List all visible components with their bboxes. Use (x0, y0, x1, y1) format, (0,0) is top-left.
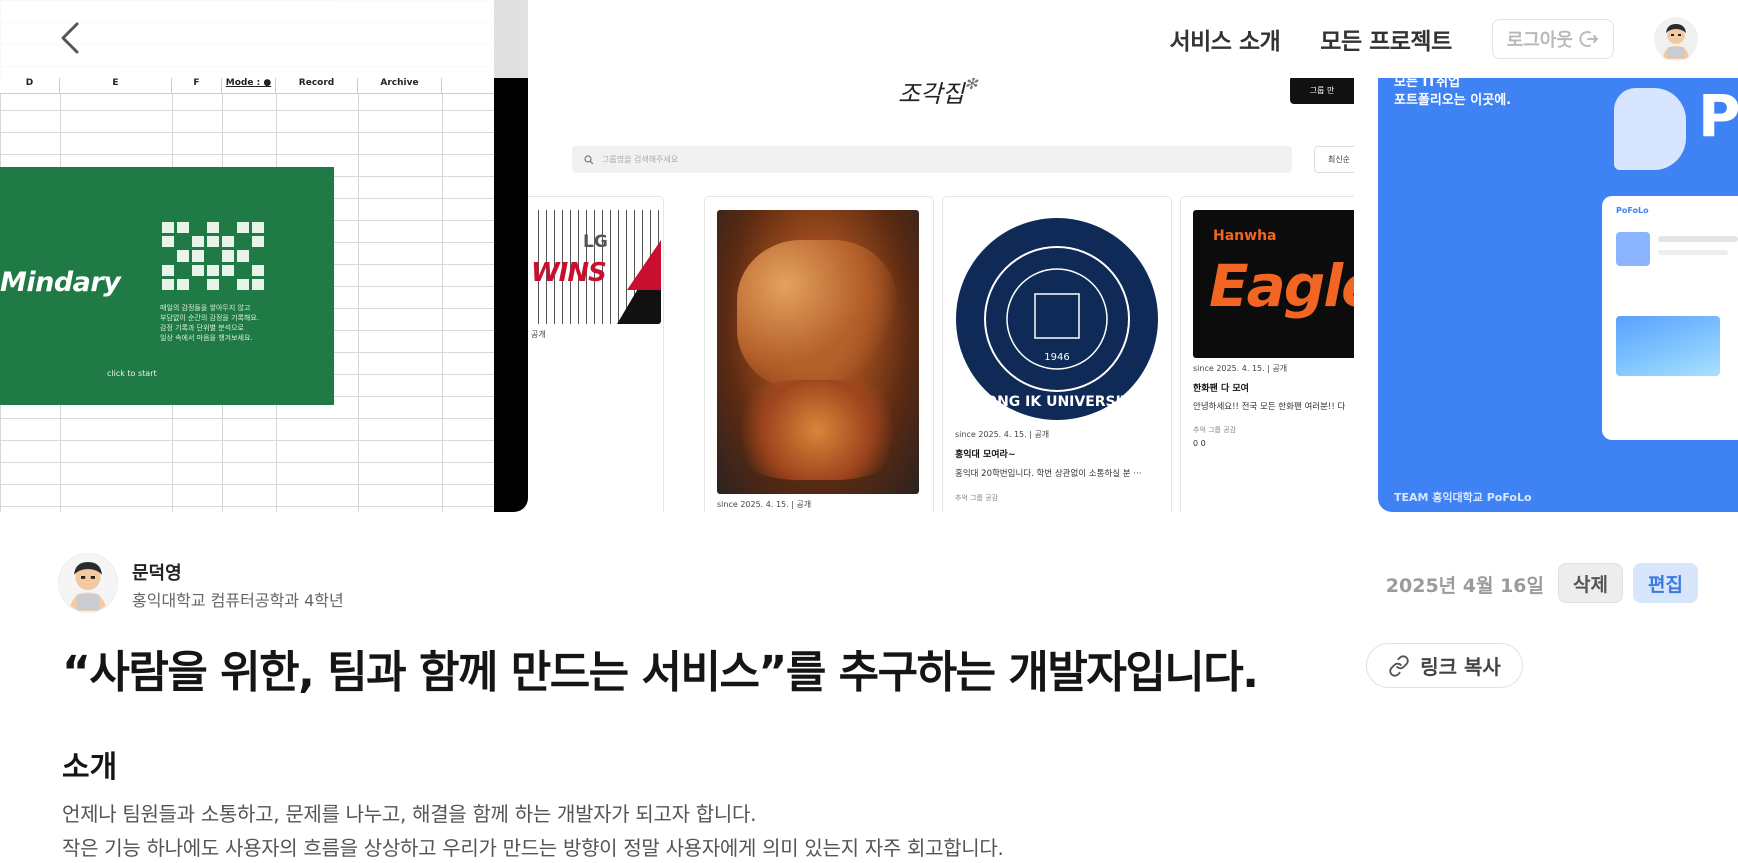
link-icon (1389, 654, 1409, 677)
intro-heading: 소개 (62, 750, 118, 785)
nav-link-service[interactable]: 서비스 소개 (1169, 22, 1280, 56)
illustration-icon (1616, 316, 1720, 376)
search-placeholder: 그룹명을 검색해주세요 (602, 155, 679, 164)
svg-text:1946: 1946 (1044, 352, 1069, 363)
mindary-pixel-logo-icon (162, 222, 264, 290)
mindary-brand: Mindary (0, 267, 121, 298)
group-card: WINS LG 공개 (528, 196, 664, 512)
sort-button: 최신순 (1314, 146, 1354, 173)
author-affiliation: 홍익대학교 컴퓨터공학과 4학년 (132, 591, 344, 610)
developer-avatar-icon (1663, 24, 1689, 59)
column-header: F (172, 78, 222, 93)
card-stats: 추억 그룹 공감 (955, 494, 999, 502)
pofolo-preview-card: PoFoLo (1602, 196, 1738, 440)
logout-label: 로그아웃 (1506, 30, 1573, 51)
group-card: Hanwha Eagle since 2025. 4. 15. | 공개 한화팬… (1180, 196, 1354, 512)
top-navigation-bar: 서비스 소개 모든 프로젝트 로그아웃 (0, 0, 1738, 78)
author-avatar[interactable] (58, 553, 118, 613)
column-header: D (0, 78, 60, 93)
nav-link-all-projects[interactable]: 모든 프로젝트 (1320, 22, 1452, 56)
mindary-splash-card: Mindary 매일의 감정들을 쌓아두지 않고 부담없이 순간의 감정을 기록… (0, 167, 334, 405)
search-icon (584, 154, 594, 164)
developer-avatar-icon (69, 562, 107, 611)
spreadsheet-column-headers: D E F Mode : ● Record Archive (0, 78, 494, 94)
card-title: 홍익대 모여라~ (955, 450, 1016, 460)
card-description: 안녕하세요!! 전국 모든 한화팬 여러분!! 다 (1193, 402, 1346, 412)
lg-twins-thumbnail: WINS LG (531, 210, 661, 324)
pofolo-letter: P (1698, 82, 1738, 150)
pofolo-logo-icon (1614, 88, 1686, 170)
logout-icon (1579, 31, 1598, 47)
card-meta: since 2025. 4. 15. | 공개 (1193, 364, 1288, 373)
university-seal-icon: 1946 HONG IK UNIVERSITY (956, 218, 1158, 420)
card-stats-values: 0 0 (1193, 439, 1206, 448)
card-meta: since 2025. 4. 15. | 공개 (717, 500, 812, 509)
card-description: 홍익대 20학번입니다. 학번 상관없이 소통하실 분 ··· (955, 469, 1142, 479)
svg-text:HONG IK UNIVERSITY: HONG IK UNIVERSITY (973, 394, 1141, 410)
group-card: 1946 HONG IK UNIVERSITY since 2025. 4. 1… (942, 196, 1172, 512)
click-to-start-label: click to start (107, 369, 157, 378)
author-name: 문덕영 (132, 563, 182, 584)
group-search-bar: 그룹명을 검색해주세요 (572, 146, 1292, 173)
post-title: “사람을 위한, 팀과 함께 만드는 서비스”를 추구하는 개발자입니다. (62, 647, 1259, 698)
copy-link-label: 링크 복사 (1420, 655, 1501, 679)
column-header: Record (276, 78, 358, 93)
column-header: Mode : ● (222, 78, 276, 93)
card-stats-labels: 추억 그룹 공감 (1193, 426, 1237, 434)
user-avatar-button[interactable] (1654, 17, 1698, 61)
card-title: 한화팬 다 모여 (1193, 384, 1249, 394)
column-header: Archive (358, 78, 442, 93)
pofolo-headline: 모든 IT취업 포트폴리오는 이곳에. (1394, 75, 1512, 108)
column-header: E (60, 78, 172, 93)
mindary-description: 매일의 감정들을 쌓아두지 않고 부담없이 순간의 감정을 기록해요. 감정 기… (160, 304, 260, 342)
post-date: 2025년 4월 16일 (1385, 575, 1544, 597)
card-meta: 공개 (531, 330, 546, 339)
delete-button[interactable]: 삭제 (1558, 563, 1623, 603)
hongik-emblem-thumbnail: 1946 HONG IK UNIVERSITY (955, 210, 1159, 428)
back-button[interactable] (52, 20, 88, 56)
pofolo-team-label: TEAM 홍익대학교 PoFoLo (1394, 491, 1532, 504)
header-nav: 서비스 소개 모든 프로젝트 로그아웃 (1169, 0, 1738, 78)
group-card: since 2025. 4. 15. | 공개 (704, 196, 934, 512)
intro-paragraph-line: 언제나 팀원들과 소통하고, 문제를 나누고, 해결을 함께 하는 개발자가 되… (62, 802, 757, 826)
jogakjip-logo: 조각집✻ (898, 74, 978, 108)
copy-link-button[interactable]: 링크 복사 (1366, 643, 1523, 688)
card-meta: since 2025. 4. 15. | 공개 (955, 430, 1050, 439)
logout-button[interactable]: 로그아웃 (1491, 19, 1614, 59)
food-photo-thumbnail (717, 210, 919, 494)
edit-button[interactable]: 편집 (1633, 563, 1698, 603)
profile-icon (1616, 232, 1650, 266)
chevron-left-icon (61, 22, 79, 54)
pofolo-card-brand: PoFoLo (1616, 206, 1649, 215)
hanwha-eagles-thumbnail: Hanwha Eagle (1193, 210, 1354, 358)
create-group-tab: 그룹 만 (1290, 76, 1354, 104)
intro-paragraph-line: 작은 기능 하나에도 사용자의 흐름을 상상하고 우리가 만드는 방향이 정말 … (62, 836, 1004, 860)
